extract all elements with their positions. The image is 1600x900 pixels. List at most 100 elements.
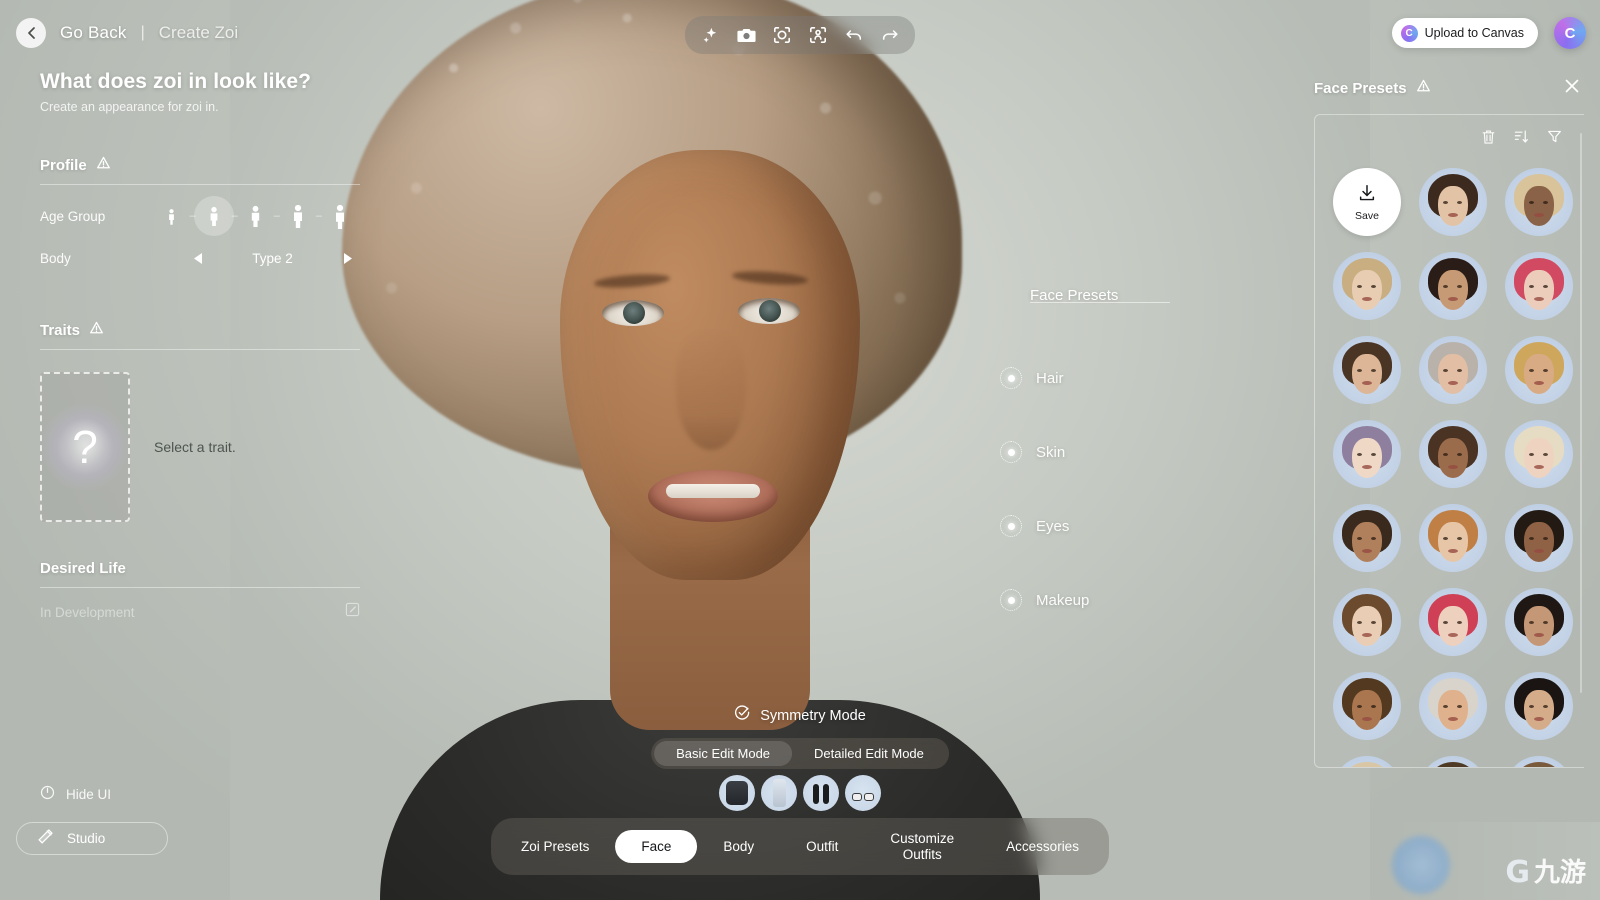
- face-preset-thumbnail[interactable]: [1325, 580, 1409, 664]
- face-preset-thumbnail[interactable]: [1497, 580, 1581, 664]
- sidebar-item-eyes[interactable]: Eyes: [1000, 489, 1170, 563]
- sidebar-item-makeup[interactable]: Makeup: [1000, 563, 1170, 637]
- chevron-left-icon[interactable]: [16, 18, 46, 48]
- face-preset-thumbnail[interactable]: [1325, 496, 1409, 580]
- desired-life-heading-label: Desired Life: [40, 560, 126, 577]
- sparkle-icon[interactable]: [695, 21, 725, 49]
- shoes-thumbnail[interactable]: [845, 775, 881, 811]
- sort-icon[interactable]: [1514, 129, 1529, 150]
- face-preset-thumbnail[interactable]: [1411, 412, 1495, 496]
- sidebar-item-label: Hair: [1036, 369, 1064, 387]
- socks-thumbnail[interactable]: [803, 775, 839, 811]
- breadcrumb-create-zoi[interactable]: Create Zoi: [159, 23, 238, 43]
- tab-body[interactable]: Body: [697, 830, 780, 864]
- watermark-text: 九游: [1533, 858, 1586, 888]
- face-preset-thumbnail[interactable]: [1497, 328, 1581, 412]
- face-preset-thumbnail[interactable]: [1325, 664, 1409, 748]
- age-option-adult[interactable]: [278, 196, 318, 236]
- top-thumbnail[interactable]: [719, 775, 755, 811]
- traits-section: Traits ? Select a trait.: [40, 321, 360, 522]
- outfit-slot-row: [719, 775, 881, 811]
- face-preset-thumbnail[interactable]: [1325, 748, 1409, 767]
- upload-to-canvas-button[interactable]: C Upload to Canvas: [1391, 18, 1538, 48]
- viewport-toolbar: [685, 16, 915, 54]
- symmetry-mode-toggle[interactable]: Symmetry Mode: [734, 705, 866, 726]
- sidebar-item-skin[interactable]: Skin: [1000, 415, 1170, 489]
- sidebar-item-face-presets[interactable]: Face Presets: [1000, 275, 1170, 315]
- go-back-button[interactable]: Go Back: [60, 23, 127, 43]
- account-avatar[interactable]: C: [1554, 17, 1586, 49]
- face-preset-thumbnail[interactable]: [1497, 496, 1581, 580]
- face-preset-thumbnail[interactable]: [1497, 244, 1581, 328]
- age-option-infant[interactable]: [152, 196, 192, 236]
- trash-icon[interactable]: [1481, 129, 1496, 150]
- trait-empty-slot[interactable]: ?: [40, 372, 130, 522]
- face-presets-body: Save: [1314, 114, 1584, 768]
- undo-icon[interactable]: [839, 21, 869, 49]
- tab-outfit[interactable]: Outfit: [780, 830, 864, 864]
- face-preset-thumbnail[interactable]: [1325, 328, 1409, 412]
- triangle-right-icon[interactable]: [334, 245, 360, 271]
- character-nose: [676, 330, 746, 450]
- filter-icon[interactable]: [1547, 129, 1562, 150]
- studio-label: Studio: [67, 831, 106, 846]
- face-focus-icon[interactable]: [767, 21, 797, 49]
- magic-wand-icon: [37, 829, 53, 848]
- age-option-elder[interactable]: [320, 196, 360, 236]
- trait-slot-area: ? Select a trait.: [40, 372, 360, 522]
- appearance-category-nav: Face Presets Hair Skin Eyes Makeup: [1000, 275, 1170, 637]
- active-underline: [1030, 302, 1170, 303]
- profile-divider: [40, 184, 360, 185]
- face-preset-thumbnail[interactable]: [1497, 748, 1581, 767]
- character-eye-left: [602, 300, 664, 326]
- face-preset-thumbnail[interactable]: [1411, 580, 1495, 664]
- body-row: Body Type 2: [40, 237, 360, 279]
- face-preset-thumbnail[interactable]: [1411, 244, 1495, 328]
- face-preset-thumbnail[interactable]: [1411, 160, 1495, 244]
- edit-square-icon[interactable]: [345, 602, 360, 622]
- redo-icon[interactable]: [875, 21, 905, 49]
- body-type-selector: Type 2: [185, 245, 360, 271]
- close-icon[interactable]: [1564, 78, 1580, 98]
- face-preset-thumbnail[interactable]: [1325, 412, 1409, 496]
- triangle-left-icon[interactable]: [185, 245, 211, 271]
- face-preset-thumbnail[interactable]: [1497, 160, 1581, 244]
- body-type-value: Type 2: [252, 250, 293, 266]
- power-circle-icon: [40, 785, 55, 803]
- face-preset-thumbnail[interactable]: [1411, 664, 1495, 748]
- pants-thumbnail[interactable]: [761, 775, 797, 811]
- save-preset-button[interactable]: Save: [1325, 160, 1409, 244]
- age-group-label: Age Group: [40, 208, 106, 224]
- character-mouth: [648, 470, 778, 522]
- character-eye-right: [738, 298, 800, 324]
- warning-triangle-icon[interactable]: [96, 156, 111, 174]
- tab-customize-outfits[interactable]: Customize Outfits: [864, 822, 980, 871]
- basic-edit-mode-option[interactable]: Basic Edit Mode: [654, 741, 793, 766]
- sidebar-item-label: Skin: [1036, 443, 1066, 461]
- face-preset-thumbnail[interactable]: [1411, 496, 1495, 580]
- profile-heading-label: Profile: [40, 156, 87, 174]
- warning-triangle-icon[interactable]: [89, 321, 104, 339]
- face-preset-thumbnail[interactable]: [1411, 328, 1495, 412]
- studio-button[interactable]: Studio: [16, 822, 168, 855]
- face-presets-toolbar: [1315, 125, 1584, 160]
- age-option-child[interactable]: [193, 196, 234, 236]
- body-focus-icon[interactable]: [803, 21, 833, 49]
- tab-zoi-presets[interactable]: Zoi Presets: [495, 830, 615, 864]
- age-group-selector: – – – –: [152, 196, 361, 236]
- tab-face[interactable]: Face: [615, 829, 698, 864]
- detailed-edit-mode-option[interactable]: Detailed Edit Mode: [792, 741, 946, 766]
- presets-scrollbar[interactable]: [1580, 133, 1582, 693]
- age-option-teen[interactable]: [236, 196, 276, 236]
- camera-icon[interactable]: [731, 21, 761, 49]
- profile-heading: Profile: [40, 156, 360, 174]
- face-preset-thumbnail[interactable]: [1411, 748, 1495, 767]
- hide-ui-button[interactable]: Hide UI: [40, 785, 111, 803]
- sidebar-item-hair[interactable]: Hair: [1000, 341, 1170, 415]
- tab-accessories[interactable]: Accessories: [980, 830, 1105, 864]
- face-preset-thumbnail[interactable]: [1325, 244, 1409, 328]
- face-preset-thumbnail[interactable]: [1497, 412, 1581, 496]
- download-icon: [1357, 183, 1377, 208]
- face-preset-thumbnail[interactable]: [1497, 664, 1581, 748]
- warning-triangle-icon[interactable]: [1416, 79, 1431, 98]
